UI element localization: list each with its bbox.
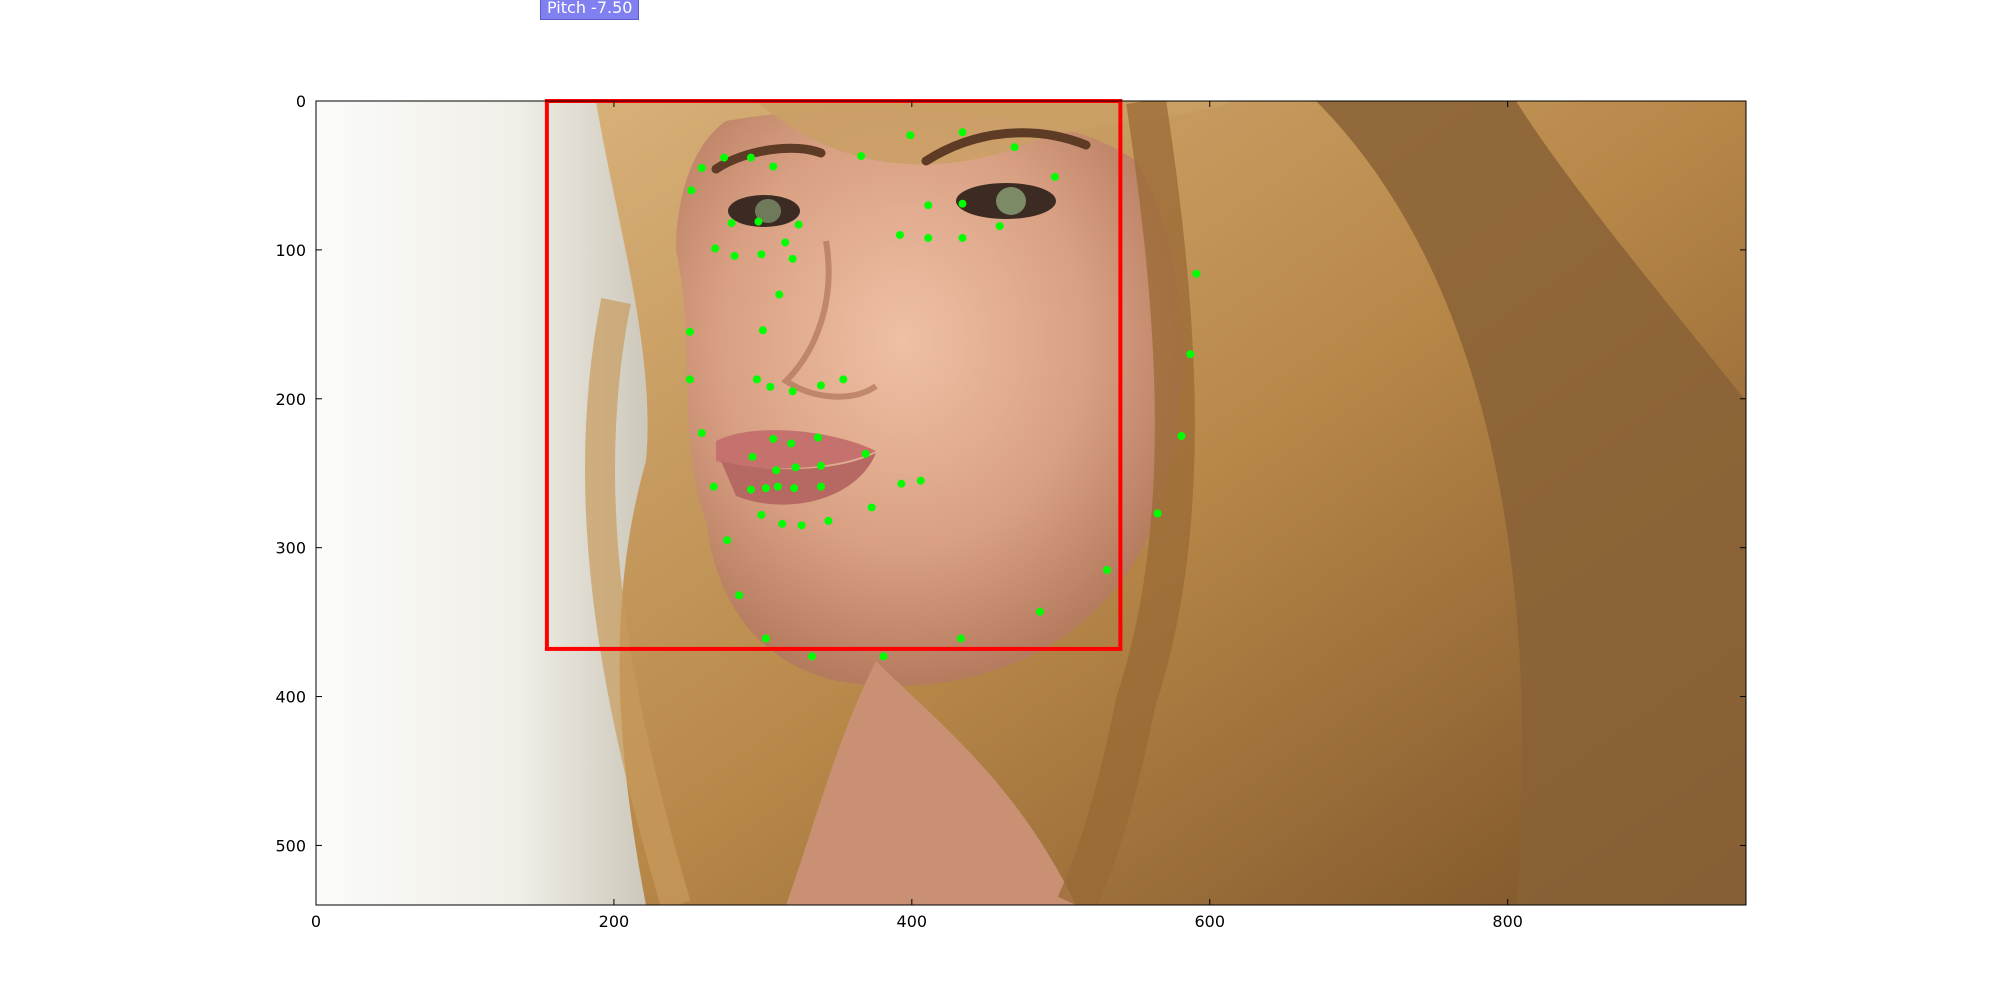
x-tick-label: 200: [599, 912, 630, 931]
y-tick-label: 500: [275, 836, 306, 855]
y-tick-label: 300: [275, 539, 306, 558]
landmark-point: [1177, 432, 1186, 440]
landmark-point: [711, 244, 720, 253]
landmark-point: [727, 219, 736, 228]
landmark-point: [797, 521, 806, 530]
landmark-point: [958, 199, 967, 208]
landmark-point: [772, 466, 781, 475]
landmark-point: [685, 327, 694, 336]
landmark-point: [958, 128, 967, 137]
landmark-point: [769, 162, 778, 171]
y-tick-label: 0: [296, 92, 306, 111]
landmark-point: [924, 233, 933, 242]
landmark-point: [758, 326, 767, 335]
landmark-point: [757, 510, 766, 519]
landmark-point: [769, 434, 778, 443]
landmark-point: [781, 238, 790, 247]
x-tick-label: 0: [311, 912, 321, 931]
x-tick-label: 400: [897, 912, 928, 931]
landmark-point: [897, 479, 906, 488]
landmark-point: [956, 634, 965, 643]
landmark-point: [791, 463, 800, 472]
landmark-point: [697, 164, 706, 172]
landmark-point: [995, 222, 1004, 231]
photo: [316, 101, 1746, 905]
landmark-point: [816, 461, 825, 470]
landmark-point: [808, 652, 817, 661]
landmark-point: [697, 429, 706, 438]
landmark-point: [709, 482, 718, 491]
figure: Pitch -7.50 0 200 400 600 800 0 100 200 …: [0, 0, 2000, 1000]
landmark-point: [778, 519, 787, 528]
x-tick-label: 600: [1194, 912, 1225, 931]
landmark-point: [839, 375, 848, 384]
landmark-point: [757, 250, 766, 259]
landmark-point: [773, 482, 782, 491]
landmark-point: [735, 591, 744, 600]
x-tick-label: 800: [1492, 912, 1523, 931]
landmark-point: [723, 536, 732, 545]
landmark-point: [787, 439, 796, 448]
landmark-point: [687, 186, 696, 195]
landmark-point: [1186, 350, 1195, 359]
landmark-point: [857, 152, 866, 161]
landmark-point: [879, 652, 888, 661]
landmark-point: [794, 220, 803, 229]
landmark-point: [761, 634, 770, 643]
landmark-point: [861, 449, 870, 458]
landmark-point: [685, 375, 694, 384]
landmark-point: [1192, 269, 1201, 278]
landmark-point: [1102, 566, 1111, 574]
landmark-point: [746, 153, 755, 162]
landmark-point: [788, 254, 797, 263]
landmark-point: [752, 375, 761, 384]
landmark-point: [824, 516, 833, 525]
plot-axes: 0 200 400 600 800 0 100 200 300 400 500: [275, 92, 1747, 931]
landmark-point: [790, 484, 799, 493]
landmark-point: [754, 217, 763, 226]
landmark-point: [916, 476, 925, 485]
pitch-badge: Pitch -7.50: [540, 0, 640, 20]
landmark-point: [1153, 509, 1162, 518]
landmark-point: [816, 482, 825, 491]
landmark-point: [761, 484, 770, 493]
landmark-point: [958, 233, 967, 242]
y-tick-label: 400: [275, 688, 306, 707]
y-tick-label: 200: [275, 390, 306, 409]
y-tick-label: 100: [275, 241, 306, 260]
landmark-point: [867, 503, 876, 512]
landmark-point: [895, 231, 904, 239]
landmark-point: [788, 387, 797, 396]
landmark-point: [816, 381, 825, 390]
landmark-point: [924, 201, 933, 210]
landmark-point: [748, 452, 757, 461]
landmark-point: [906, 131, 915, 140]
landmark-point: [746, 485, 755, 494]
landmark-point: [1010, 143, 1019, 152]
landmark-point: [730, 251, 739, 260]
landmark-point: [1035, 607, 1044, 616]
landmark-point: [766, 382, 775, 391]
landmark-point: [813, 433, 822, 442]
landmark-point: [775, 290, 784, 299]
landmark-point: [1050, 172, 1059, 181]
landmark-point: [720, 153, 729, 162]
